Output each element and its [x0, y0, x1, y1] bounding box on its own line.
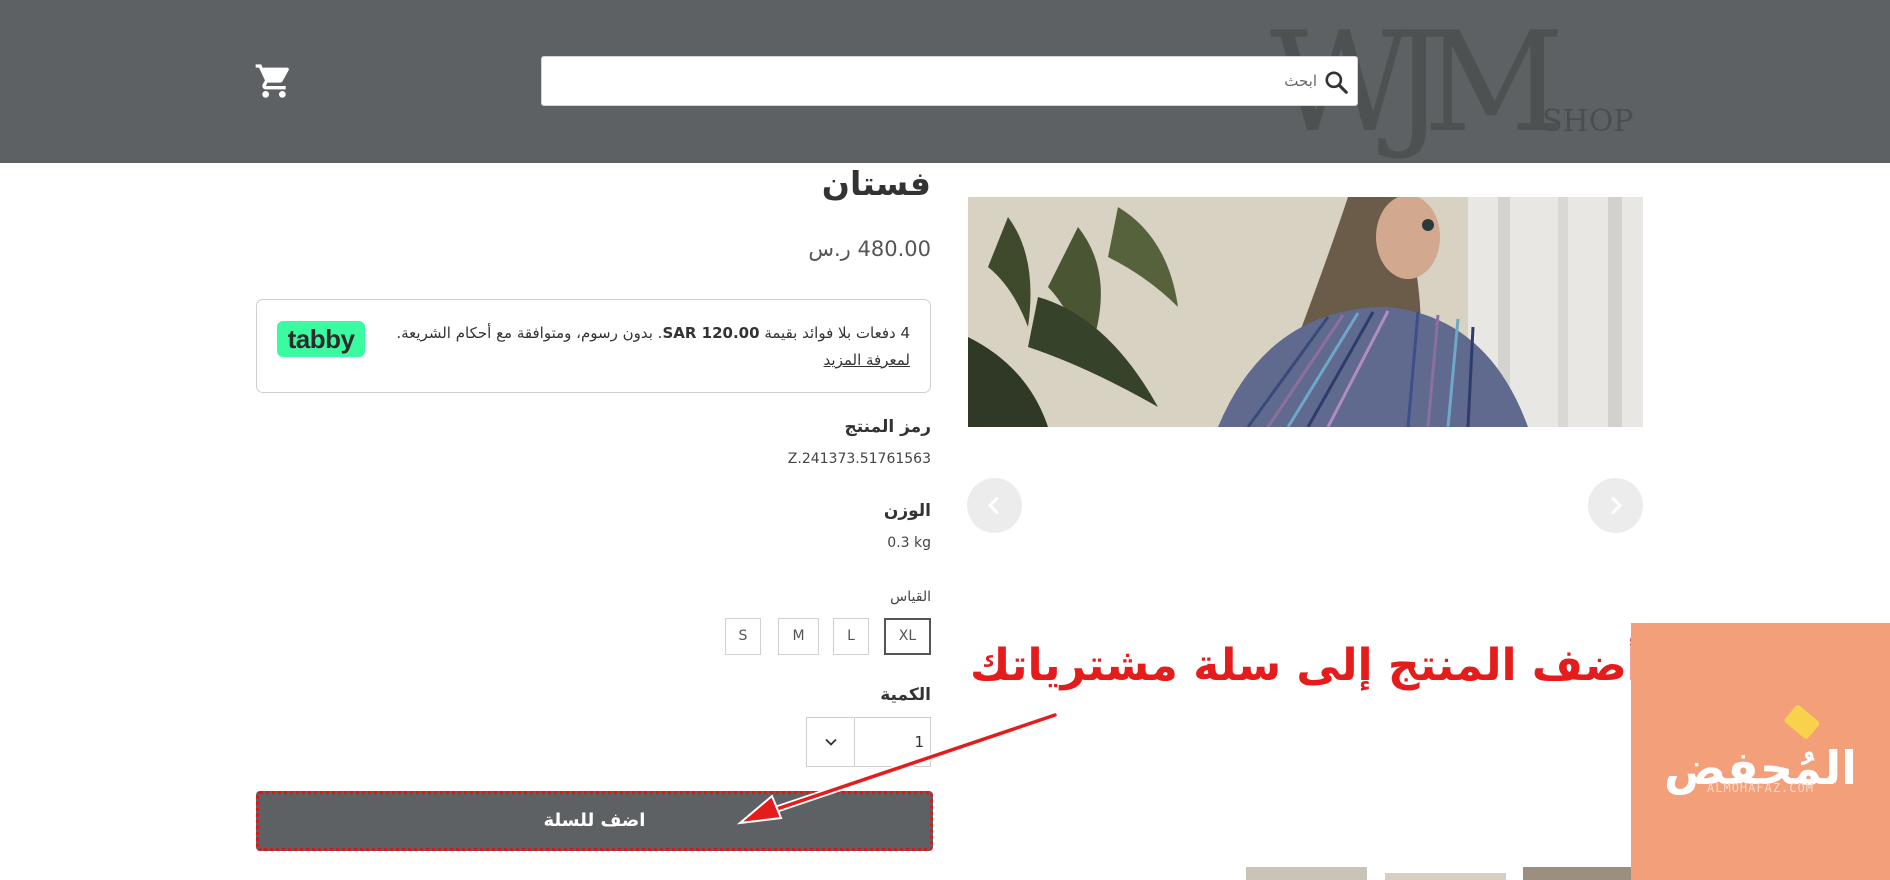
chevron-right-icon — [1611, 496, 1623, 515]
product-price: 480.00 ر.س — [808, 237, 931, 261]
tabby-learn-more-link[interactable]: لمعرفة المزيد — [824, 351, 910, 369]
gallery-next-button[interactable] — [1588, 478, 1643, 533]
product-image — [968, 197, 1643, 427]
tabby-text: 4 دفعات بلا فوائد بقيمة SAR 120.00. بدون… — [390, 320, 910, 374]
tag-icon — [1783, 703, 1821, 741]
tutorial-annotation-text: أضف المنتج إلى سلة مشترياتك — [970, 640, 1642, 691]
chevron-down-icon — [825, 738, 837, 746]
cart-icon[interactable] — [254, 61, 294, 101]
quantity-dropdown-button[interactable] — [807, 718, 855, 766]
search-icon[interactable] — [1323, 69, 1349, 95]
size-option-m[interactable]: M — [778, 618, 819, 655]
quantity-input[interactable] — [854, 718, 930, 766]
watermark-logo: المُحفض ALMOHAFAZ.COM — [1631, 623, 1890, 880]
watermark-subtext: ALMOHAFAZ.COM — [1707, 781, 1814, 795]
size-option-l[interactable]: L — [833, 618, 869, 655]
product-title: فستان — [821, 164, 931, 203]
tabby-amount: SAR 120.00 — [662, 324, 760, 342]
tabby-text-suffix: . بدون رسوم، ومتوافقة مع أحكام الشريعة. — [396, 324, 663, 342]
search-bar[interactable] — [541, 56, 1358, 106]
search-input[interactable] — [577, 57, 1317, 105]
logo-shop-text: SHOP — [1542, 104, 1634, 139]
quantity-stepper[interactable] — [806, 717, 931, 767]
size-option-xl[interactable]: XL — [884, 618, 931, 655]
tabby-text-prefix: 4 دفعات بلا فوائد بقيمة — [764, 324, 910, 342]
sku-label: رمز المنتج — [844, 417, 931, 437]
size-label: القياس — [890, 589, 931, 605]
gallery-thumbnail[interactable] — [1246, 867, 1367, 880]
gallery-thumbnail[interactable] — [1385, 873, 1506, 880]
tabby-installments-box: 4 دفعات بلا فوائد بقيمة SAR 120.00. بدون… — [256, 299, 931, 393]
add-to-cart-button[interactable]: اضف للسلة — [256, 791, 933, 851]
tabby-logo: tabby — [277, 321, 365, 357]
gallery-prev-button[interactable] — [967, 478, 1022, 533]
sku-value: Z.241373.51761563 — [787, 451, 931, 467]
site-header: WJM SHOP — [0, 0, 1890, 163]
gallery-thumbnail[interactable] — [1523, 867, 1643, 880]
weight-label: الوزن — [883, 501, 931, 521]
chevron-left-icon — [987, 496, 999, 515]
size-option-s[interactable]: S — [725, 618, 761, 655]
quantity-label: الكمية — [880, 685, 931, 705]
product-photo-illustration — [968, 197, 1643, 427]
weight-value: 0.3 kg — [887, 535, 931, 551]
